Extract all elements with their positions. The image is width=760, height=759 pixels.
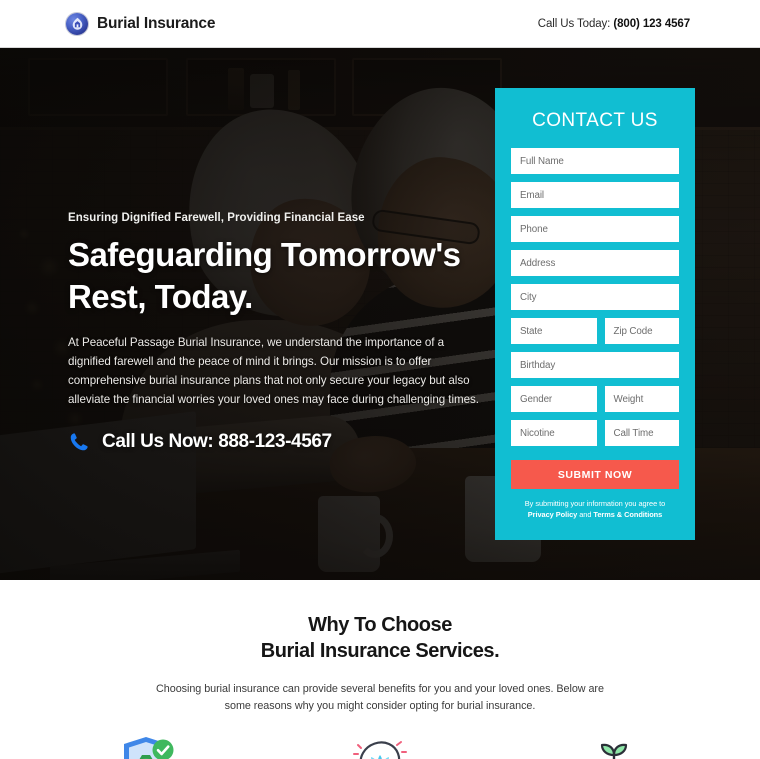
form-row: State Zip Code [511, 318, 679, 344]
header-phone-label: Call Us Today: [537, 17, 611, 30]
form-row: Full Name [511, 148, 679, 174]
brand-logo[interactable]: Burial Insurance [66, 12, 216, 35]
header-phone[interactable]: Call Us Today: (800) 123 4567 [538, 18, 690, 30]
state-select[interactable]: State [511, 318, 597, 344]
contact-form-title: CONTACT US [532, 110, 658, 131]
hero-call-cta[interactable]: Call Us Now: 888-123-4567 [68, 431, 480, 453]
hands-holding-plant-icon [577, 733, 651, 759]
full-name-input[interactable]: Full Name [511, 148, 679, 174]
site-header: Burial Insurance Call Us Today: (800) 12… [0, 0, 760, 48]
form-row: Nicotine Call Time [511, 420, 679, 446]
address-input[interactable]: Address [511, 250, 679, 276]
privacy-policy-link[interactable]: Privacy Policy [528, 510, 577, 519]
why-heading-line2: Burial Insurance Services. [260, 640, 500, 663]
feature-icon-row: $ [0, 733, 760, 759]
phone-input[interactable]: Phone [511, 216, 679, 242]
city-input[interactable]: City [511, 284, 679, 310]
form-row: Phone [511, 216, 679, 242]
contact-form: CONTACT US Full Name Email Phone Address… [495, 88, 695, 541]
terms-conditions-link[interactable]: Terms & Conditions [593, 510, 662, 519]
header-phone-number: (800) 123 4567 [613, 17, 690, 30]
weight-input[interactable]: Weight [604, 386, 679, 412]
hero-copy: Ensuring Dignified Farewell, Providing F… [68, 212, 480, 453]
hero-call-cta-text: Call Us Now: 888-123-4567 [102, 430, 332, 452]
disclaimer-middle: and [577, 510, 594, 520]
shield-money-bag-check-icon: $ [109, 733, 183, 759]
gender-select[interactable]: Gender [511, 386, 597, 412]
disclaimer-prefix: By submitting your information you agree… [524, 499, 666, 508]
hero-eyebrow: Ensuring Dignified Farewell, Providing F… [68, 212, 365, 224]
landing-page: Burial Insurance Call Us Today: (800) 12… [0, 0, 760, 759]
birthday-input[interactable]: Birthday [511, 352, 679, 378]
shield-house-logo-icon [66, 12, 88, 35]
why-heading: Why To Choose Burial Insurance Services. [0, 612, 760, 665]
form-row: Address [511, 250, 679, 276]
zip-code-input[interactable]: Zip Code [604, 318, 679, 344]
form-row: Birthday [511, 352, 679, 378]
hero-title: Safeguarding Tomorrow's Rest, Today. [68, 234, 480, 317]
head-lotus-peace-of-mind-icon [343, 733, 417, 759]
why-choose-section: Why To Choose Burial Insurance Services. … [0, 580, 760, 759]
why-paragraph: Choosing burial insurance can provide se… [156, 682, 604, 713]
hero-description: At Peaceful Passage Burial Insurance, we… [68, 336, 479, 406]
phone-icon [68, 431, 90, 453]
why-heading-line1: Why To Choose [308, 614, 452, 636]
form-row: Email [511, 182, 679, 208]
hero-section: Ensuring Dignified Farewell, Providing F… [0, 48, 760, 580]
hero-title-line1: Safeguarding Tomorrow's [68, 236, 461, 273]
form-row: Gender Weight [511, 386, 679, 412]
submit-button[interactable]: SUBMIT NOW [511, 460, 679, 489]
form-disclaimer: By submitting your information you agree… [511, 498, 679, 520]
hero-title-line2: Rest, Today. [68, 277, 253, 315]
nicotine-select[interactable]: Nicotine [511, 420, 597, 446]
brand-name: Burial Insurance [97, 14, 216, 32]
form-row: City [511, 284, 679, 310]
email-input[interactable]: Email [511, 182, 679, 208]
call-time-input[interactable]: Call Time [604, 420, 679, 446]
